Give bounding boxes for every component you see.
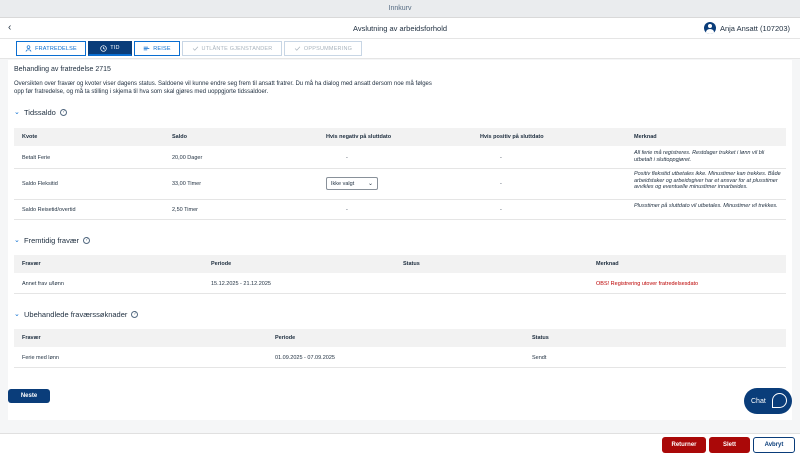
tab-tid[interactable]: Tid	[88, 41, 132, 56]
column-header: Hvis positiv på sluttdato	[480, 134, 544, 140]
tab-label: Reise	[153, 45, 171, 52]
tab-oppsummering: Oppsummering	[284, 41, 362, 56]
chevron-down-icon: ⌄	[14, 236, 20, 244]
section-ubehandlede-header[interactable]: ⌄ Ubehandlede fraværssøknader ?	[14, 310, 139, 319]
delete-button[interactable]: Slett	[709, 437, 750, 453]
tab-reise[interactable]: Reise	[134, 41, 180, 56]
footer-toolbar: Returner Slett Avbryt	[0, 433, 800, 455]
cell-saldo: 20,00 Dager	[172, 155, 203, 161]
column-header: Merknad	[634, 134, 657, 140]
column-header: Status	[403, 261, 420, 267]
column-header: Status	[532, 335, 549, 341]
column-header: Hvis negativ på sluttdato	[326, 134, 392, 140]
tab-utlante-gjenstander: Utlånte gjenstander	[182, 41, 282, 56]
chevron-down-icon: ⌄	[14, 310, 20, 318]
check-icon	[294, 46, 301, 51]
table-row: Saldo Reisetid/overtid 2,50 Timer - - Pl…	[14, 201, 786, 220]
tab-label: Oppsummering	[303, 45, 353, 52]
cell-positiv: -	[500, 181, 502, 187]
ubehandlede-table-header: Fravær Periode Status	[14, 329, 786, 347]
cancel-button[interactable]: Avbryt	[753, 437, 795, 453]
cell-negativ: -	[346, 155, 348, 161]
cell-merknad: All ferie må registreres. Restdager truk…	[634, 150, 765, 163]
cell-kvote: Saldo Reisetid/overtid	[22, 207, 76, 213]
table-row: Annet frav u/lønn 15.12.2025 - 21.12.202…	[14, 275, 786, 294]
section-tidssaldo-header[interactable]: ⌄ Tidssaldo ?	[14, 108, 67, 117]
cell-fravaer: Ferie med lønn	[22, 355, 59, 361]
chat-label: Chat	[751, 397, 766, 405]
travel-icon	[143, 46, 150, 51]
shell-title: Innkurv	[388, 5, 412, 12]
negativ-select[interactable]: Ikke valgt ⌄	[326, 177, 378, 190]
avatar-icon	[703, 22, 716, 34]
user-name: Anja Ansatt (107203)	[719, 23, 790, 33]
wizard-tabs: Fratredelse Tid Reise Utlånte gjenstande…	[0, 39, 800, 59]
shell-bar: Innkurv	[0, 0, 800, 18]
tab-label: Utlånte gjenstander	[201, 45, 273, 52]
table-row: Ferie med lønn 01.09.2025 - 07.09.2025 S…	[14, 349, 786, 368]
column-header: Fravær	[22, 261, 41, 267]
cell-periode: 15.12.2025 - 21.12.2025	[211, 281, 271, 287]
section-title: Fremtidig fravær	[24, 236, 80, 245]
main-content: Behandling av fratredelse 2715 Oversikte…	[8, 60, 792, 420]
column-header: Merknad	[596, 261, 619, 267]
help-icon[interactable]: ?	[59, 109, 67, 116]
tab-label: Tid	[110, 45, 120, 51]
cell-saldo: 2,50 Timer	[172, 207, 198, 213]
user-menu[interactable]: Anja Ansatt (107203)	[703, 22, 790, 34]
column-header: Kvote	[22, 134, 38, 140]
page-title: Behandling av fratredelse 2715	[14, 66, 111, 73]
help-icon[interactable]: ?	[83, 237, 91, 244]
tidssaldo-table-header: Kvote Saldo Hvis negativ på sluttdato Hv…	[14, 128, 786, 146]
page-header-title: Avslutning av arbeidsforhold	[352, 24, 448, 33]
cell-merknad: Positiv fleksitid utbetales ikke. Minust…	[634, 171, 781, 190]
next-button[interactable]: Neste	[8, 389, 50, 403]
check-icon	[192, 46, 198, 51]
chevron-down-icon: ⌄	[14, 108, 20, 116]
intro-text: Oversikten over fravær og kvoter viser d…	[14, 81, 432, 95]
chevron-down-icon: ⌄	[367, 181, 373, 187]
cell-fravaer: Annet frav u/lønn	[22, 281, 64, 287]
return-button[interactable]: Returner	[662, 437, 706, 453]
tab-fratredelse[interactable]: Fratredelse	[16, 41, 86, 56]
fremtidig-table-header: Fravær Periode Status Merknad	[14, 255, 786, 273]
section-title: Tidssaldo	[24, 108, 56, 117]
cell-kvote: Saldo Fleksitid	[22, 181, 58, 187]
column-header: Saldo	[172, 134, 187, 140]
clock-icon	[100, 44, 107, 52]
chat-bubble-icon	[772, 393, 787, 408]
chat-button[interactable]: Chat	[744, 388, 792, 414]
column-header: Periode	[275, 335, 296, 341]
help-icon[interactable]: ?	[131, 311, 139, 318]
section-title: Ubehandlede fraværssøknader	[24, 310, 128, 319]
cell-merknad: OBS! Registrering utover fratredelsesdat…	[596, 281, 699, 287]
cell-positiv: -	[500, 155, 502, 161]
table-row: Saldo Fleksitid 33,00 Timer Ikke valgt ⌄…	[14, 170, 786, 200]
select-value: Ikke valgt	[331, 181, 355, 187]
cell-saldo: 33,00 Timer	[172, 181, 202, 187]
column-header: Fravær	[22, 335, 41, 341]
cell-periode: 01.09.2025 - 07.09.2025	[275, 355, 335, 361]
cell-merknad: Plusstimer på sluttdato vil utbetales. M…	[634, 203, 778, 209]
cell-positiv: -	[500, 207, 502, 213]
tab-label: Fratredelse	[35, 45, 77, 52]
app-header: ‹ Avslutning av arbeidsforhold Anja Ansa…	[0, 18, 800, 39]
cell-negativ: -	[346, 207, 348, 213]
column-header: Periode	[211, 261, 232, 267]
cell-status: Sendt	[532, 355, 547, 361]
table-row: Betalt Ferie 20,00 Dager - - All ferie m…	[14, 148, 786, 169]
person-icon	[25, 45, 32, 52]
cell-kvote: Betalt Ferie	[22, 155, 51, 161]
section-fremtidig-header[interactable]: ⌄ Fremtidig fravær ?	[14, 236, 91, 245]
